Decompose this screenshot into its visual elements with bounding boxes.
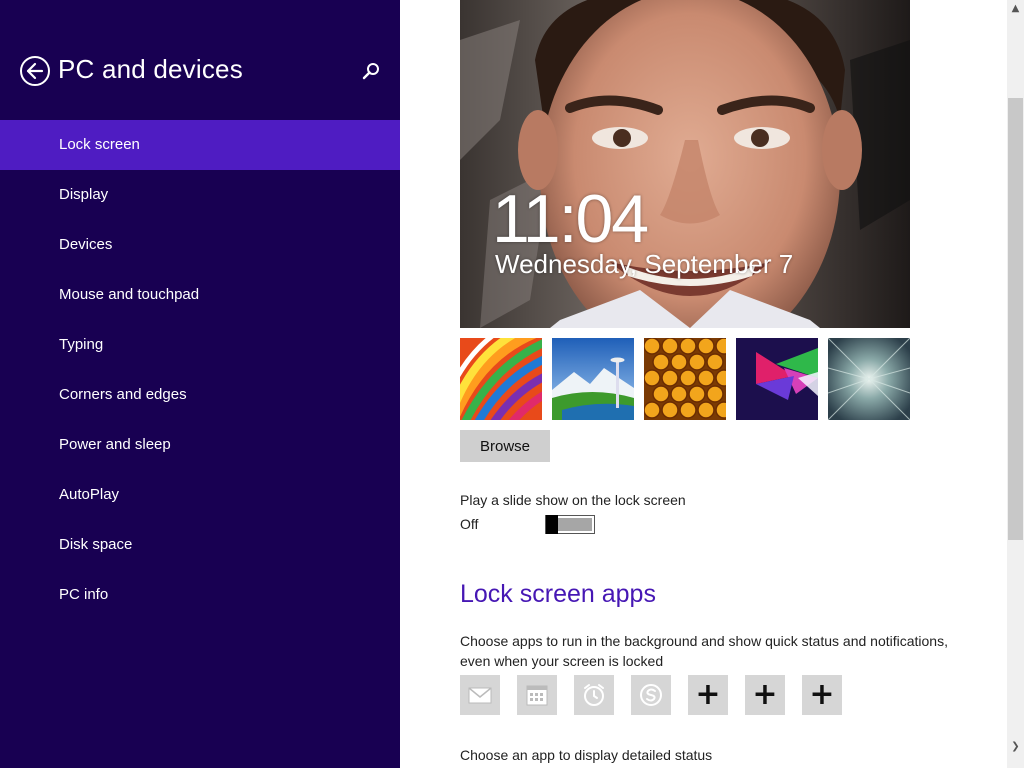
scroll-up-arrow-icon[interactable]: ▲ — [1007, 0, 1024, 17]
space-needle-image — [552, 338, 634, 420]
nav-item-devices[interactable]: Devices — [0, 220, 400, 270]
back-button[interactable] — [20, 56, 50, 86]
nav-item-lock-screen[interactable]: Lock screen — [0, 120, 400, 170]
thumbnail-honeycomb[interactable] — [644, 338, 726, 420]
nav-item-corners-and-edges[interactable]: Corners and edges — [0, 370, 400, 420]
plus-icon: + — [809, 677, 835, 712]
nav-item-autoplay[interactable]: AutoPlay — [0, 470, 400, 520]
lock-screen-app-slots: + + + — [460, 675, 860, 715]
nav-header: PC and devices — [0, 0, 400, 120]
vertical-scrollbar[interactable]: ▲ ❯ — [1007, 0, 1024, 768]
honeycomb-image — [644, 338, 726, 420]
scroll-thumb[interactable] — [1008, 98, 1023, 540]
mail-icon — [468, 687, 492, 704]
add-app-slot-3[interactable]: + — [802, 675, 842, 715]
skype-app-slot[interactable] — [631, 675, 671, 715]
thumbnail-tunnel[interactable] — [828, 338, 910, 420]
nav-list: Lock screen Display Devices Mouse and to… — [0, 120, 400, 620]
plus-icon: + — [695, 677, 721, 712]
browse-button[interactable]: Browse — [460, 430, 550, 462]
rainbow-stripes-image — [460, 338, 542, 420]
lock-screen-settings: 11:04 Wednesday, September 7 Browse Play… — [400, 0, 1007, 768]
alarm-app-slot[interactable] — [574, 675, 614, 715]
slideshow-label: Play a slide show on the lock screen — [460, 492, 686, 508]
nav-item-power-and-sleep[interactable]: Power and sleep — [0, 420, 400, 470]
plus-icon: + — [752, 677, 778, 712]
detailed-status-label: Choose an app to display detailed status — [460, 747, 713, 763]
lock-screen-apps-heading: Lock screen apps — [460, 580, 656, 608]
search-icon[interactable] — [360, 60, 382, 82]
nav-item-display[interactable]: Display — [0, 170, 400, 220]
nav-item-disk-space[interactable]: Disk space — [0, 520, 400, 570]
thumbnail-space-needle[interactable] — [552, 338, 634, 420]
slideshow-toggle[interactable] — [545, 515, 595, 534]
nav-item-mouse-and-touchpad[interactable]: Mouse and touchpad — [0, 270, 400, 320]
nav-item-typing[interactable]: Typing — [0, 320, 400, 370]
lock-screen-apps-description: Choose apps to run in the background and… — [460, 633, 948, 669]
mail-app-slot[interactable] — [460, 675, 500, 715]
settings-nav-pane: PC and devices Lock screen Display Devic… — [0, 0, 400, 768]
color-shapes-image — [736, 338, 818, 420]
lock-screen-date: Wednesday, September 7 — [495, 249, 794, 279]
page-title: PC and devices — [58, 54, 243, 84]
lock-screen-time: 11:04 — [492, 181, 649, 257]
alarm-icon — [584, 684, 604, 706]
toggle-knob — [546, 515, 558, 534]
skype-icon — [640, 684, 662, 706]
scroll-down-arrow-icon[interactable]: ❯ — [1007, 738, 1024, 755]
add-app-slot-2[interactable]: + — [745, 675, 785, 715]
wallpaper-thumbnails — [460, 338, 910, 420]
calendar-app-slot[interactable] — [517, 675, 557, 715]
slideshow-state-text: Off — [460, 516, 479, 532]
back-arrow-icon — [26, 62, 44, 80]
toggle-track — [558, 518, 592, 531]
tunnel-image — [828, 338, 910, 420]
add-app-slot-1[interactable]: + — [688, 675, 728, 715]
nav-item-pc-info[interactable]: PC info — [0, 570, 400, 620]
lock-screen-preview: 11:04 Wednesday, September 7 — [460, 0, 910, 328]
calendar-icon — [526, 685, 548, 706]
thumbnail-color-shapes[interactable] — [736, 338, 818, 420]
thumbnail-rainbow-stripes[interactable] — [460, 338, 542, 420]
